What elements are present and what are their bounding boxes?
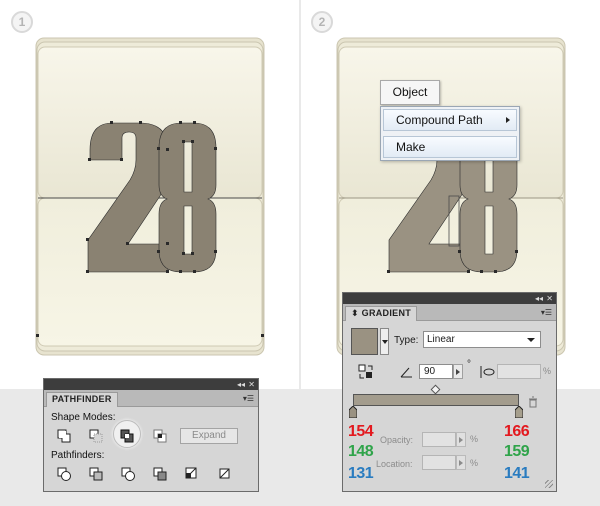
trim-button[interactable] — [88, 466, 104, 482]
pathfinder-panel: ◂◂ ✕ PATHFINDER ▾☰ Shape Modes: Expand P… — [43, 378, 259, 492]
left-stop-red: 154 — [348, 423, 374, 440]
panel-options-menu-icon[interactable]: ▾☰ — [541, 308, 552, 317]
compound-path-label: Compound Path — [396, 113, 483, 127]
angle-stepper[interactable] — [453, 364, 463, 379]
panel-title-bar[interactable]: ◂◂ ✕ — [44, 379, 258, 390]
angle-input[interactable]: 90 — [419, 364, 453, 379]
crop-icon — [153, 467, 167, 481]
tab-gradient[interactable]: ⬍ GRADIENT — [345, 306, 418, 321]
location-percent-label: % — [470, 458, 479, 468]
intersect-button[interactable] — [152, 428, 168, 444]
tab-toggle-icon: ⬍ — [351, 308, 359, 318]
shape-modes-label: Shape Modes: — [51, 412, 116, 423]
step-1-pane: 1 — [0, 0, 299, 389]
exclude-button[interactable] — [119, 428, 135, 444]
reverse-gradient-icon[interactable] — [357, 363, 375, 381]
make-label: Make — [396, 140, 426, 154]
crop-button[interactable] — [152, 466, 168, 482]
exclude-icon — [120, 429, 134, 443]
close-panel-icon[interactable]: ✕ — [248, 379, 255, 390]
expand-button[interactable]: Expand — [180, 428, 238, 444]
type-label: Type: — [394, 335, 419, 346]
step-1-artwork — [35, 37, 265, 356]
opacity-label: Opacity: — [380, 435, 414, 445]
degree-symbol: ° — [467, 359, 471, 370]
panel-title-bar[interactable]: ◂◂ ✕ — [343, 293, 556, 304]
stage: 1 2 Object Compound Path Make ◂◂ ✕ PATHF… — [0, 0, 600, 506]
minus-back-button[interactable] — [216, 466, 232, 482]
gradient-tab-label: GRADIENT — [361, 308, 412, 318]
right-color-stop[interactable] — [515, 406, 523, 418]
trim-icon — [89, 467, 103, 481]
outline-button[interactable] — [184, 466, 200, 482]
divide-button[interactable] — [56, 466, 72, 482]
opacity-percent-label: % — [470, 434, 479, 444]
merge-icon — [121, 467, 135, 481]
location-stepper[interactable] — [456, 455, 466, 470]
tab-pathfinder[interactable]: PATHFINDER — [46, 392, 118, 407]
left-color-stop[interactable] — [349, 406, 357, 418]
minus-back-icon — [219, 468, 230, 479]
panel-resize-grip[interactable] — [545, 480, 553, 488]
opacity-input[interactable] — [422, 432, 456, 447]
panel-options-menu-icon[interactable]: ▾☰ — [243, 394, 254, 403]
compound-path-menu-item[interactable]: Compound Path — [383, 109, 517, 131]
aspect-ratio-input[interactable] — [497, 364, 541, 379]
gradient-swatch[interactable] — [351, 328, 378, 355]
gradient-panel: ◂◂ ✕ ⬍ GRADIENT ▾☰ Type: Linear 90 ° % O… — [342, 292, 557, 492]
panel-tab-row: ⬍ GRADIENT ▾☰ — [343, 304, 556, 321]
pathfinders-label: Pathfinders: — [51, 450, 105, 461]
left-stop-blue: 131 — [348, 465, 374, 482]
aspect-percent-label: % — [543, 366, 552, 376]
minus-front-icon — [89, 429, 103, 443]
gradient-slider-bar[interactable] — [353, 394, 519, 406]
unite-button[interactable] — [56, 428, 72, 444]
right-stop-blue: 141 — [504, 465, 530, 482]
unite-icon — [57, 429, 71, 443]
collapse-panel-icon[interactable]: ◂◂ — [535, 293, 543, 304]
submenu-arrow-icon — [506, 117, 510, 123]
aspect-ratio-icon — [480, 366, 495, 378]
gradient-swatch-dropdown[interactable] — [380, 328, 389, 355]
left-stop-green: 148 — [348, 443, 374, 460]
gradient-type-select[interactable]: Linear — [423, 331, 541, 348]
close-panel-icon[interactable]: ✕ — [546, 293, 553, 304]
minus-front-button[interactable] — [88, 428, 104, 444]
object-submenu: Compound Path Make — [380, 106, 520, 161]
location-input[interactable] — [422, 455, 456, 470]
intersect-icon — [153, 429, 167, 443]
make-menu-item[interactable]: Make — [383, 136, 517, 158]
outline-icon — [185, 467, 197, 479]
panel-tab-row: PATHFINDER ▾☰ — [44, 390, 258, 407]
gradient-midpoint-handle[interactable] — [430, 384, 441, 395]
collapse-panel-icon[interactable]: ◂◂ — [237, 379, 245, 390]
merge-button[interactable] — [120, 466, 136, 482]
angle-icon — [400, 367, 412, 378]
location-label: Location: — [376, 459, 413, 469]
right-stop-red: 166 — [504, 423, 530, 440]
delete-stop-icon[interactable] — [527, 396, 539, 408]
divide-icon — [57, 467, 71, 481]
opacity-stepper[interactable] — [456, 432, 466, 447]
object-menu-button[interactable]: Object — [380, 80, 440, 105]
right-stop-green: 159 — [504, 443, 530, 460]
